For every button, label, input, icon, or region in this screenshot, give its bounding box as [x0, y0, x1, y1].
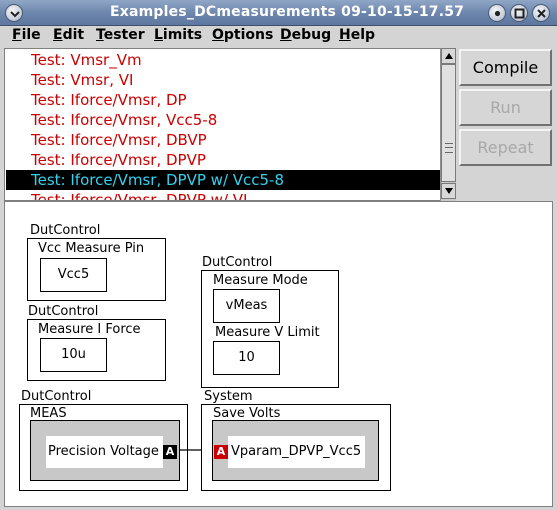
title-bar: Examples_DCmeasurements 09-10-15-17.57: [0, 0, 557, 26]
menu-debug[interactable]: Debug: [280, 27, 331, 43]
close-icon[interactable]: [532, 4, 550, 22]
list-item[interactable]: Test: Iforce/Vmsr, DBVP: [6, 130, 442, 150]
grip-icon: [445, 143, 453, 153]
maximize-icon[interactable]: [510, 4, 528, 22]
menu-edit[interactable]: Edit: [53, 27, 84, 43]
flow-canvas[interactable]: DutControl Vcc Measure Pin Vcc5 DutContr…: [4, 201, 553, 507]
menu-file[interactable]: File: [12, 27, 41, 43]
vertical-scrollbar[interactable]: [440, 48, 456, 201]
save-title: Save Volts: [213, 406, 281, 421]
menu-help[interactable]: Help: [339, 27, 375, 43]
list-item[interactable]: Test: Iforce/Vmsr, DP: [6, 90, 442, 110]
window-title: Examples_DCmeasurements 09-10-15-17.57: [110, 4, 465, 20]
scrollbar-thumb[interactable]: [441, 64, 456, 182]
input-pin[interactable]: A: [214, 445, 228, 459]
window-menu-chevron-down-icon[interactable]: [5, 4, 23, 22]
list-item[interactable]: Test: Iforce/Vmsr, DPVP: [6, 150, 442, 170]
list-item[interactable]: Test: Iforce/Vmsr, Vcc5-8: [6, 110, 442, 130]
save-block[interactable]: Save Volts A Vparam_DPVP_Vcc5: [201, 404, 391, 491]
minimize-icon[interactable]: [488, 4, 506, 22]
menu-bar: File Edit Tester Limits Options Debug He…: [0, 26, 557, 46]
list-item[interactable]: Test: Vmsr, VI: [6, 70, 442, 90]
list-item[interactable]: Test: Iforce/Vmsr, DPVP w/ VI: [6, 190, 442, 200]
menu-options[interactable]: Options: [212, 27, 273, 43]
menu-limits[interactable]: Limits: [154, 27, 202, 43]
save-node-body: Vparam_DPVP_Vcc5: [228, 436, 365, 468]
save-node[interactable]: A Vparam_DPVP_Vcc5: [212, 420, 379, 481]
system-group-label: System: [204, 389, 253, 404]
repeat-button[interactable]: Repeat: [459, 129, 552, 166]
menu-tester[interactable]: Tester: [96, 27, 145, 43]
compile-button[interactable]: Compile: [459, 49, 552, 86]
list-item[interactable]: Test: Vmsr_Vm: [6, 50, 442, 70]
scroll-up-arrow-icon[interactable]: [441, 48, 456, 64]
test-list[interactable]: Test: Vmsr_Vm Test: Vmsr, VI Test: Iforc…: [4, 48, 456, 201]
scroll-down-arrow-icon[interactable]: [441, 183, 456, 199]
save-node-label: Vparam_DPVP_Vcc5: [231, 444, 362, 459]
run-button[interactable]: Run: [459, 89, 552, 126]
list-item-selected[interactable]: Test: Iforce/Vmsr, DPVP w/ Vcc5-8: [6, 170, 442, 190]
